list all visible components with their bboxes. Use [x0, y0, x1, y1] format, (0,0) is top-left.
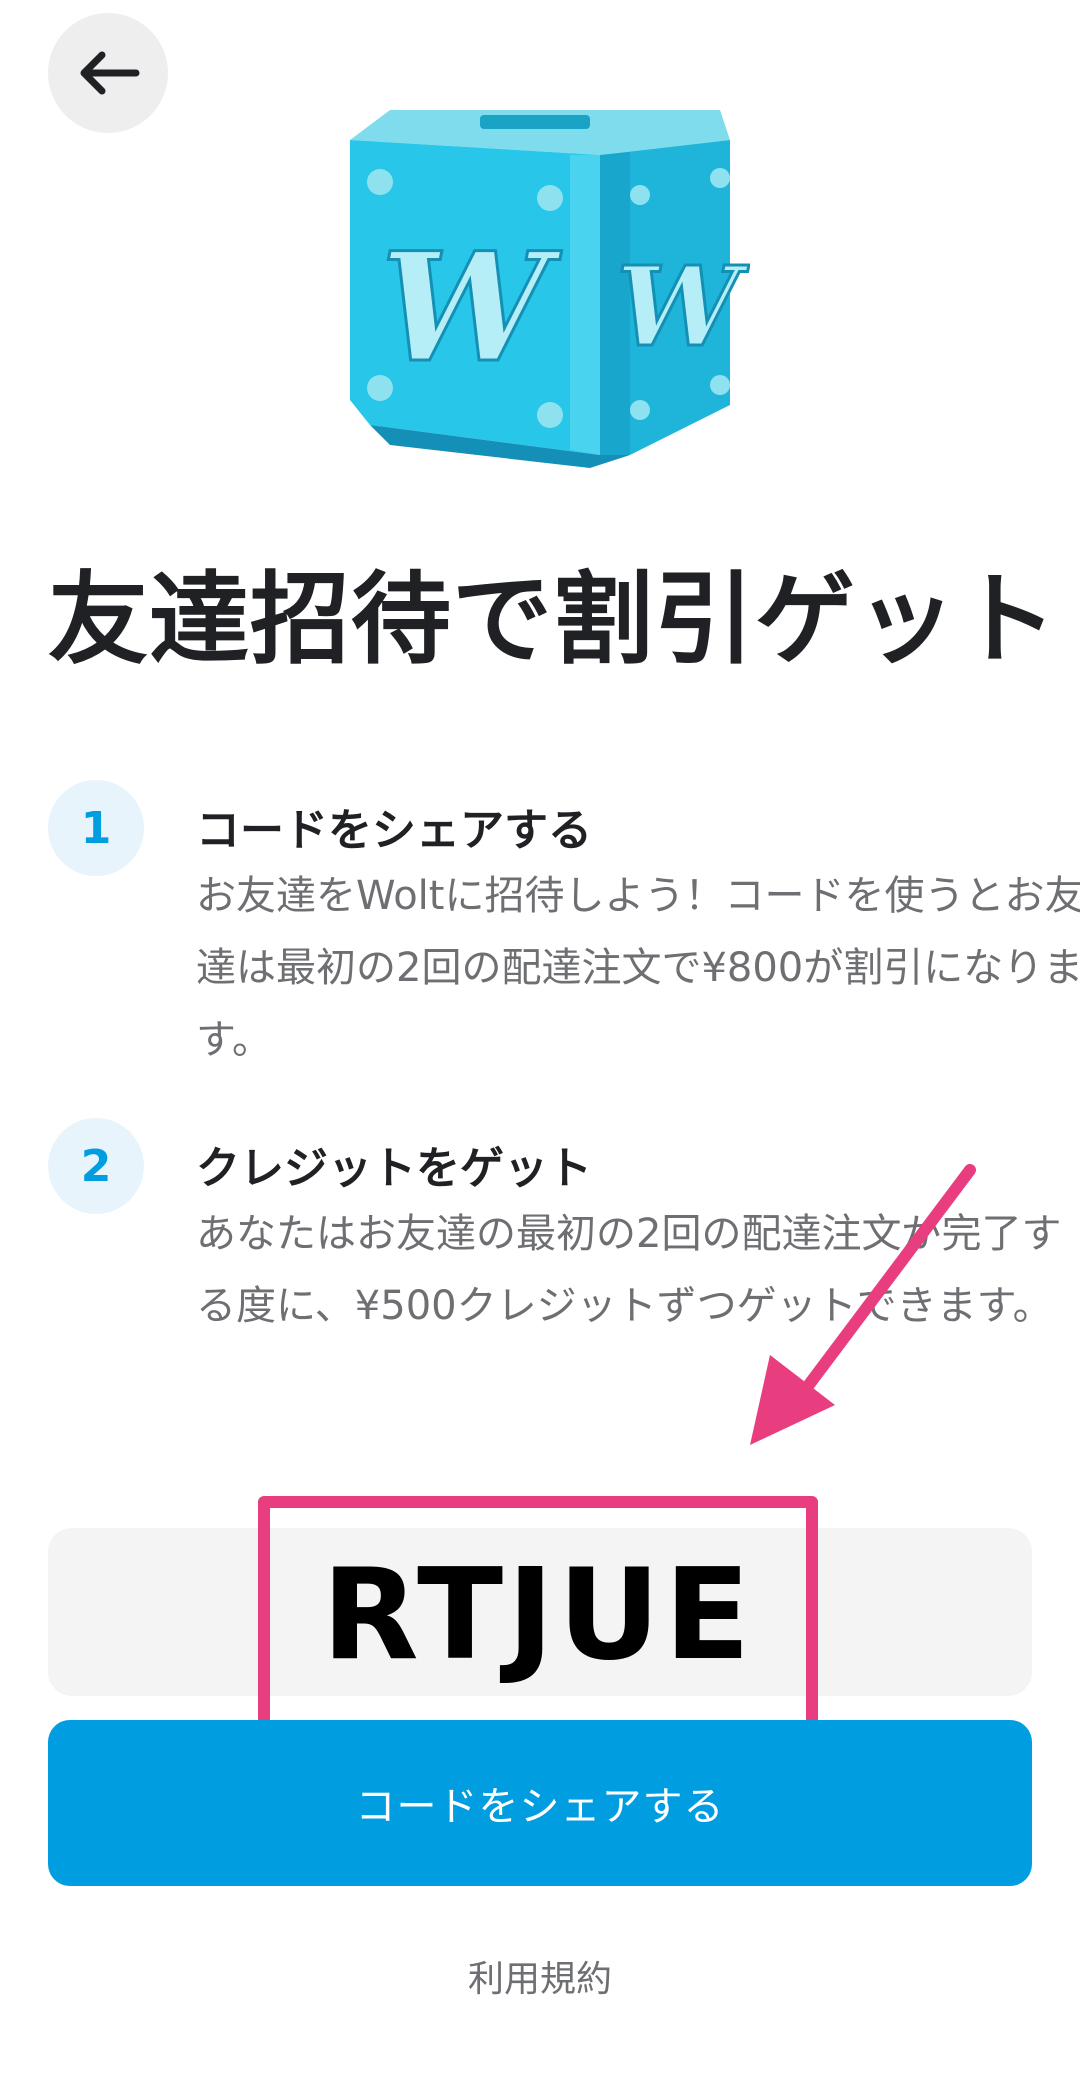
- terms-link[interactable]: 利用規約: [0, 1950, 1080, 2002]
- share-code-button[interactable]: コードをシェアする: [48, 1720, 1032, 1886]
- step-title: コードをシェアする: [196, 805, 592, 856]
- arrow-left-icon: [80, 51, 140, 95]
- svg-text:W: W: [381, 220, 562, 396]
- step-number-badge: 2: [48, 1118, 144, 1214]
- step-description: お友達をWoltに招待しよう！コードを使うとお友達は最初の2回の配達注文で¥80…: [196, 873, 1080, 1063]
- code-highlight-frame: RTJUE: [258, 1496, 818, 1732]
- step-number-badge: 1: [48, 780, 144, 876]
- wolt-gift-box-icon: W W: [350, 110, 750, 468]
- step-title: クレジットをゲット: [196, 1143, 592, 1194]
- referral-code[interactable]: RTJUE: [322, 1541, 755, 1688]
- svg-text:W: W: [616, 242, 749, 371]
- annotation-arrow-icon: [750, 1164, 976, 1445]
- page-title: 友達招待で割引ゲット: [48, 561, 1058, 678]
- back-button[interactable]: [48, 13, 168, 133]
